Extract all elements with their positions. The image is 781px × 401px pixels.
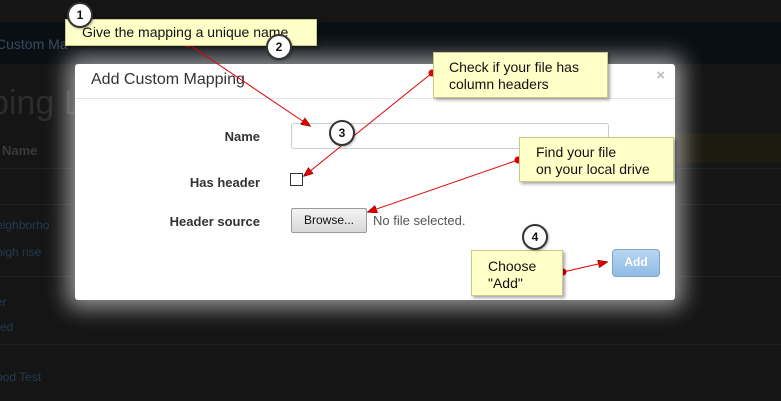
arrow-to-add <box>562 262 607 273</box>
callout-text: Give the mapping a unique name <box>82 24 289 40</box>
callout-choose-add: Choose "Add" <box>471 250 563 296</box>
callout-text: column headers <box>449 76 549 92</box>
step-badge-2: 2 <box>266 34 292 60</box>
step-badge-3: 3 <box>329 120 355 146</box>
callout-column-headers: Check if your file has column headers <box>433 52 608 98</box>
callout-text: on your local drive <box>536 161 650 177</box>
callout-text: Check if your file has <box>449 59 579 75</box>
step-badge-1: 1 <box>67 2 93 28</box>
arrow-to-checkbox <box>304 72 433 176</box>
callout-text: "Add" <box>488 275 523 291</box>
arrow-to-name-input <box>187 43 310 126</box>
callout-text: Find your file <box>536 144 617 160</box>
arrow-to-browse <box>368 159 519 212</box>
callout-text: Choose <box>488 258 537 274</box>
step-badge-4: 4 <box>522 224 548 250</box>
annotation-arrows <box>184 40 781 276</box>
callout-find-file: Find your file on your local drive <box>519 137 674 182</box>
